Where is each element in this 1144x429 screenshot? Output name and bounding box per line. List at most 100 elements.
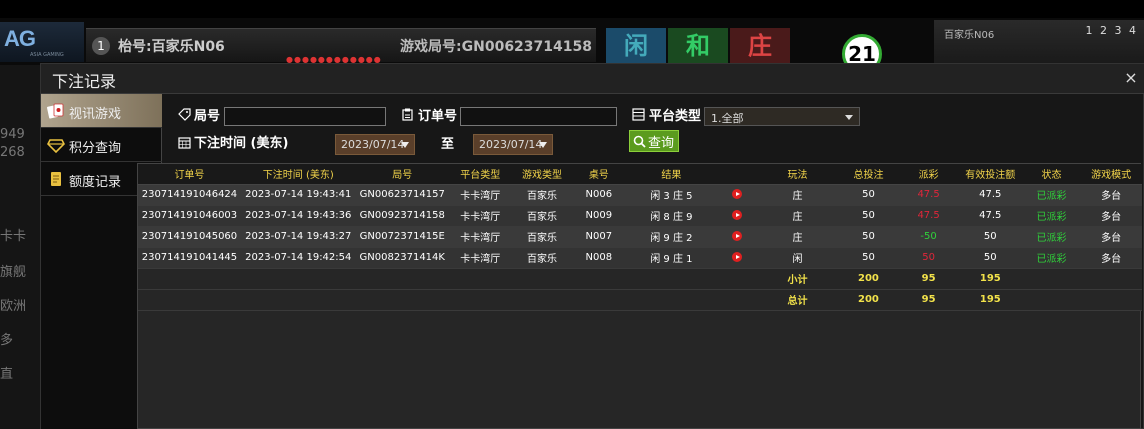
status-cell: 已派彩 [1022, 184, 1081, 206]
table-row: 230714191045060 2023-07-14 19:43:27 GN00… [138, 226, 1142, 248]
video-cell[interactable] [717, 247, 758, 269]
table-row: 230714191046424 2023-07-14 19:43:41 GN00… [138, 184, 1142, 206]
col-header-valid-bet: 有效投注额 [957, 164, 1023, 185]
play-type-cell: 闲 [757, 247, 838, 269]
order-no-cell: 230714191045060 [138, 226, 241, 248]
play-video-icon[interactable] [732, 189, 743, 199]
col-header-payout: 派彩 [899, 164, 958, 185]
logo-subtext: ASIA GAMING [30, 52, 64, 58]
valid-bet-cell: 47.5 [957, 205, 1023, 227]
lobby-item[interactable]: 直 [0, 363, 42, 382]
game-mode-cell: 多台 [1080, 247, 1142, 269]
col-header-total-bet: 总投注 [837, 164, 900, 185]
table-no-cell: N006 [572, 184, 626, 206]
play-video-icon[interactable] [732, 210, 743, 220]
subtotal-total-bet: 200 [837, 268, 900, 290]
platform-cell: 卡卡湾厅 [448, 205, 512, 227]
order-no-cell: 230714191046424 [138, 184, 241, 206]
order-input[interactable] [460, 107, 617, 126]
platform-label: 平台类型 [649, 109, 702, 124]
logo-text: AG [4, 26, 36, 51]
nav-item-points[interactable]: 积分查询 [41, 128, 162, 162]
date-to-picker[interactable]: 2023/07/14 [473, 134, 553, 155]
col-header-play-type: 玩法 [757, 164, 838, 185]
video-cell[interactable] [717, 226, 758, 248]
platform-select[interactable]: 1.全部 [704, 107, 860, 126]
play-video-icon[interactable] [732, 231, 743, 241]
table-name: 枱号:百家乐N06 [118, 39, 225, 55]
game-type-cell: 百家乐 [511, 205, 573, 227]
lobby-item[interactable]: 欧洲 [0, 295, 42, 314]
table-row: 230714191046003 2023-07-14 19:43:36 GN00… [138, 205, 1142, 227]
bet-time-cell: 2023-07-14 19:43:27 [240, 226, 356, 248]
round-cell: GN0072371415E [355, 226, 449, 248]
bet-time-cell: 2023-07-14 19:43:36 [240, 205, 356, 227]
col-header-status: 状态 [1022, 164, 1081, 185]
ag-logo: AG ASIA GAMING [0, 22, 84, 62]
payout-cell: 47.5 [899, 184, 958, 206]
lobby-item[interactable]: 多 [0, 329, 42, 348]
total-bet-cell: 50 [837, 205, 900, 227]
modal-title-bar: 下注记录 × [41, 64, 1144, 94]
game-type-cell: 百家乐 [511, 184, 573, 206]
list-icon [632, 108, 645, 121]
spacer-cell [138, 289, 758, 311]
close-button[interactable]: × [1123, 69, 1139, 87]
game-round: 游戏局号:GN00623714158 [400, 39, 592, 55]
col-header-table-no: 桌号 [572, 164, 626, 185]
bet-time-cell: 2023-07-14 19:42:54 [240, 247, 356, 269]
total-valid-bet: 195 [957, 289, 1023, 311]
platform-cell: 卡卡湾厅 [448, 247, 512, 269]
result-cell: 闲 3 庄 5 [625, 184, 718, 206]
col-header-game-type: 游戏类型 [511, 164, 573, 185]
bet-player[interactable]: 闲 [606, 28, 666, 64]
bet-tie[interactable]: 和 [668, 28, 728, 64]
bet-time-cell: 2023-07-14 19:43:41 [240, 184, 356, 206]
date-from-picker[interactable]: 2023/07/14 [335, 134, 415, 155]
date-to-value: 2023/07/14 [479, 138, 543, 151]
lobby-item[interactable]: 旗舰 [0, 261, 42, 280]
video-cell[interactable] [717, 205, 758, 227]
order-no-cell: 230714191046003 [138, 205, 241, 227]
search-button[interactable]: 查询 [629, 130, 680, 152]
subtotal-row: 小计 200 95 195 [138, 268, 1142, 290]
col-header-result: 结果 [625, 164, 718, 185]
round-input[interactable] [224, 107, 386, 126]
chevron-down-icon [845, 115, 853, 120]
table-header-row: 订单号 下注时间 (美东) 局号 平台类型 游戏类型 桌号 结果 玩法 总投注 … [138, 164, 1142, 185]
status-cell: 已派彩 [1022, 205, 1081, 227]
document-icon [51, 172, 61, 186]
subtotal-valid-bet: 195 [957, 268, 1023, 290]
game-type-cell: 百家乐 [511, 247, 573, 269]
col-header-platform: 平台类型 [448, 164, 512, 185]
nav-item-live-games[interactable]: 视讯游戏 [41, 94, 162, 128]
nav-item-label: 视讯游戏 [69, 107, 122, 122]
status-cell: 已派彩 [1022, 226, 1081, 248]
total-row: 总计 200 95 195 [138, 289, 1142, 311]
spacer-cell [138, 268, 758, 290]
preview-numbers: 1 2 3 4 [1085, 24, 1138, 37]
balance-text: 268 [0, 145, 25, 160]
bet-banker[interactable]: 庄 [730, 28, 790, 64]
modal-title: 下注记录 [52, 72, 117, 91]
total-bet-cell: 50 [837, 247, 900, 269]
total-label: 总计 [757, 289, 838, 311]
subtotal-label: 小计 [757, 268, 838, 290]
game-mode-cell: 多台 [1080, 226, 1142, 248]
nav-item-label: 积分查询 [69, 141, 122, 156]
platform-select-value: 1.全部 [711, 112, 744, 125]
nav-item-label: 额度记录 [69, 175, 122, 190]
spacer-cell [1022, 268, 1142, 290]
filter-bar: 局号 订单号 平台类型 1.全部 下注时间 (美东) 2023/07/14 至 … [162, 94, 1144, 158]
table-no-cell: N009 [572, 205, 626, 227]
bet-record-table: 订单号 下注时间 (美东) 局号 平台类型 游戏类型 桌号 结果 玩法 总投注 … [137, 163, 1142, 429]
lobby-item[interactable]: 卡卡 [0, 225, 42, 244]
round-cell: GN00623714157 [355, 184, 449, 206]
payout-cell: 47.5 [899, 205, 958, 227]
preview-label: 百家乐N06 [944, 30, 995, 41]
game-mode-cell: 多台 [1080, 184, 1142, 206]
video-cell[interactable] [717, 184, 758, 206]
tag-icon [178, 108, 191, 121]
col-header-game-mode: 游戏模式 [1080, 164, 1142, 185]
play-video-icon[interactable] [732, 252, 743, 262]
